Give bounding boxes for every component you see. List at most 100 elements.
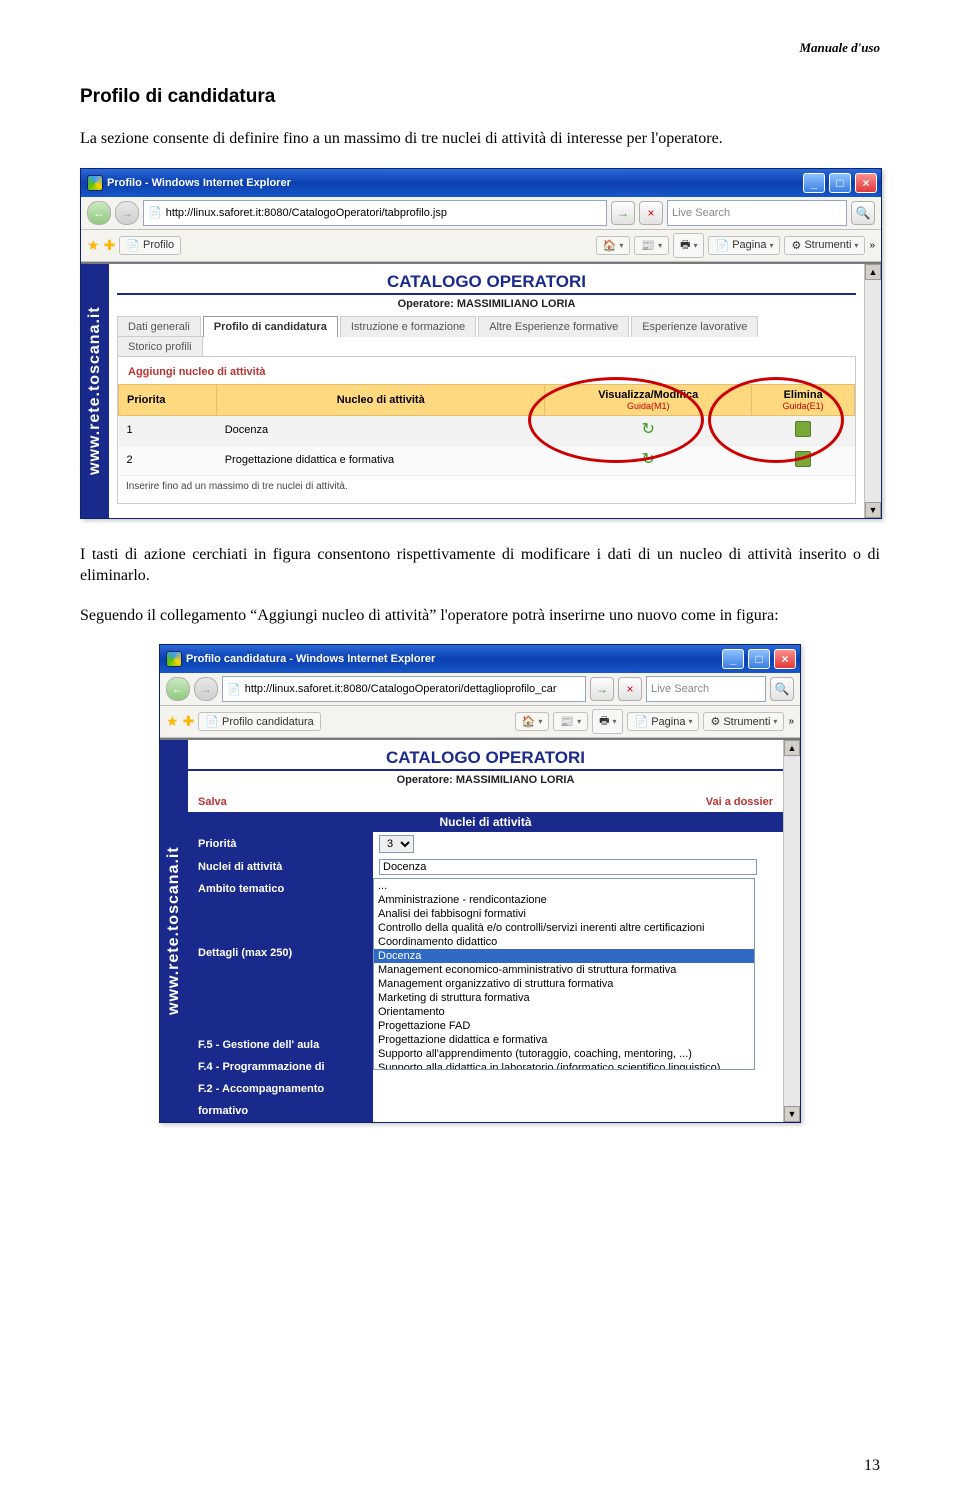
modify-icon[interactable]: ↻ <box>640 452 656 468</box>
minimize-button[interactable]: _ <box>803 173 825 193</box>
titlebar: Profilo - Windows Internet Explorer _ □ … <box>81 169 881 197</box>
address-bar[interactable]: 📄 http://linux.saforet.it:8080/CatalogoO… <box>222 676 586 702</box>
dropdown-option[interactable]: Amministrazione - rendicontazione <box>374 893 754 907</box>
feeds-button[interactable]: 📰▾ <box>634 236 669 255</box>
home-button[interactable]: 🏠▾ <box>515 712 550 731</box>
dropdown-option[interactable]: ... <box>374 879 754 893</box>
tab-label[interactable]: 📄Profilo candidatura <box>198 712 320 731</box>
forward-button[interactable]: → <box>194 677 218 701</box>
input-nuclei[interactable] <box>379 859 757 875</box>
nuclei-form: Priorità 3 Nuclei di attività Ambito tem… <box>188 832 783 1122</box>
home-button[interactable]: 🏠▾ <box>596 236 631 255</box>
dropdown-option[interactable]: Coordinamento didattico <box>374 935 754 949</box>
sidebar-domain: www.rete.toscana.it <box>160 740 188 1122</box>
maximize-button[interactable]: □ <box>748 649 770 669</box>
scroll-down-icon[interactable]: ▼ <box>784 1106 800 1122</box>
titlebar: Profilo candidatura - Windows Internet E… <box>160 645 800 673</box>
tab-altre-esperienze[interactable]: Altre Esperienze formative <box>478 316 629 337</box>
tab-storico-profili[interactable]: Storico profili <box>117 336 203 357</box>
dropdown-option[interactable]: Marketing di struttura formativa <box>374 991 754 1005</box>
back-button[interactable]: ← <box>87 201 111 225</box>
scroll-down-icon[interactable]: ▼ <box>865 502 881 518</box>
app-header: CATALOGO OPERATORI <box>188 746 783 771</box>
dropdown-option[interactable]: Supporto all'apprendimento (tutoraggio, … <box>374 1047 754 1061</box>
vai-a-dossier-link[interactable]: Vai a dossier <box>706 796 773 808</box>
tools-menu[interactable]: ⚙ Strumenti▾ <box>703 712 784 731</box>
add-nucleo-link[interactable]: Aggiungi nucleo di attività <box>118 363 855 384</box>
content-area: www.rete.toscana.it CATALOGO OPERATORI O… <box>160 738 800 1122</box>
print-button[interactable]: 🖶▾ <box>592 709 623 734</box>
go-button[interactable]: → <box>611 201 635 225</box>
app-title: CATALOGO OPERATORI <box>188 748 783 768</box>
col-nucleo: Nucleo di attività <box>217 384 545 415</box>
screenshot-window-1: Profilo - Windows Internet Explorer _ □ … <box>80 168 882 519</box>
extra-row: F.4 - Programmazione di <box>188 1056 373 1078</box>
close-button[interactable]: × <box>855 173 877 193</box>
grid-row: 1 Docenza ↻ <box>119 415 855 445</box>
dropdown-option[interactable]: Supporto alla didattica in laboratorio (… <box>374 1061 754 1070</box>
address-bar[interactable]: 📄 http://linux.saforet.it:8080/CatalogoO… <box>143 200 607 226</box>
page-icon: 📄 <box>126 239 140 252</box>
search-go-button[interactable]: 🔍 <box>770 677 794 701</box>
doc-header: Manuale d'uso <box>80 40 880 56</box>
sidebar-domain: www.rete.toscana.it <box>81 264 109 518</box>
delete-icon[interactable] <box>795 421 811 437</box>
body-para-2: I tasti di azione cerchiati in figura co… <box>80 544 880 587</box>
minimize-button[interactable]: _ <box>722 649 744 669</box>
dropdown-options[interactable]: ...Amministrazione - rendicontazioneAnal… <box>373 878 755 1070</box>
search-box[interactable]: Live Search <box>667 200 847 226</box>
maximize-button[interactable]: □ <box>829 173 851 193</box>
favorites-icon[interactable]: ★ <box>87 237 100 254</box>
col-visualizza-modifica: Visualizza/Modifica Guida(M1) <box>545 384 752 415</box>
go-button[interactable]: → <box>590 677 614 701</box>
search-box[interactable]: Live Search <box>646 676 766 702</box>
scroll-up-icon[interactable]: ▲ <box>784 740 800 756</box>
salva-link[interactable]: Salva <box>198 796 227 808</box>
cell-prio: 1 <box>119 415 217 445</box>
nuclei-grid: Priorita Nucleo di attività Visualizza/M… <box>118 384 855 476</box>
guida-e-hint: Guida(E1) <box>760 401 846 411</box>
favorites-icon[interactable]: ★ <box>166 713 179 730</box>
dropdown-option[interactable]: Management economico-amministrativo di s… <box>374 963 754 977</box>
col-priorita: Priorita <box>119 384 217 415</box>
section-bar: Nuclei di attività <box>188 812 783 832</box>
search-go-button[interactable]: 🔍 <box>851 201 875 225</box>
cell-nucleo: Progettazione didattica e formativa <box>217 445 545 475</box>
extra-row: F.2 - Accompagnamento <box>188 1078 373 1100</box>
tab-label[interactable]: 📄Profilo <box>119 236 181 255</box>
stop-button[interactable]: × <box>639 201 663 225</box>
close-button[interactable]: × <box>774 649 796 669</box>
delete-icon[interactable] <box>795 451 811 467</box>
forward-button[interactable]: → <box>115 201 139 225</box>
section-title: Profilo di candidatura <box>80 86 880 108</box>
back-button[interactable]: ← <box>166 677 190 701</box>
stop-button[interactable]: × <box>618 677 642 701</box>
tab-dati-generali[interactable]: Dati generali <box>117 316 201 337</box>
tab-profilo-candidatura[interactable]: Profilo di candidatura <box>203 316 338 337</box>
page-icon: 📄 <box>205 715 219 728</box>
select-priorita[interactable]: 3 <box>379 835 414 853</box>
feeds-button[interactable]: 📰▾ <box>553 712 588 731</box>
modify-icon[interactable]: ↻ <box>640 422 656 438</box>
print-button[interactable]: 🖶▾ <box>673 233 704 258</box>
add-favorite-icon[interactable]: ✚ <box>104 237 116 254</box>
page-number: 13 <box>864 1457 880 1475</box>
dropdown-option[interactable]: Analisi dei fabbisogni formativi <box>374 907 754 921</box>
dropdown-option[interactable]: Management organizzativo di struttura fo… <box>374 977 754 991</box>
grid-note: Inserire fino ad un massimo di tre nucle… <box>118 476 855 497</box>
label-nuclei: Nuclei di attività <box>188 856 373 878</box>
scrollbar[interactable]: ▲ ▼ <box>783 740 800 1122</box>
dropdown-option[interactable]: Progettazione didattica e formativa <box>374 1033 754 1047</box>
tools-menu[interactable]: ⚙ Strumenti▾ <box>784 236 865 255</box>
tab-esperienze-lavorative[interactable]: Esperienze lavorative <box>631 316 758 337</box>
dropdown-option[interactable]: Orientamento <box>374 1005 754 1019</box>
tab-istruzione[interactable]: Istruzione e formazione <box>340 316 476 337</box>
dropdown-option[interactable]: Docenza <box>374 949 754 963</box>
page-menu[interactable]: 📄 Pagina▾ <box>708 236 780 255</box>
scrollbar[interactable]: ▲ ▼ <box>864 264 881 518</box>
page-menu[interactable]: 📄 Pagina▾ <box>627 712 699 731</box>
dropdown-option[interactable]: Controllo della qualità e/o controlli/se… <box>374 921 754 935</box>
scroll-up-icon[interactable]: ▲ <box>865 264 881 280</box>
dropdown-option[interactable]: Progettazione FAD <box>374 1019 754 1033</box>
add-favorite-icon[interactable]: ✚ <box>183 713 195 730</box>
